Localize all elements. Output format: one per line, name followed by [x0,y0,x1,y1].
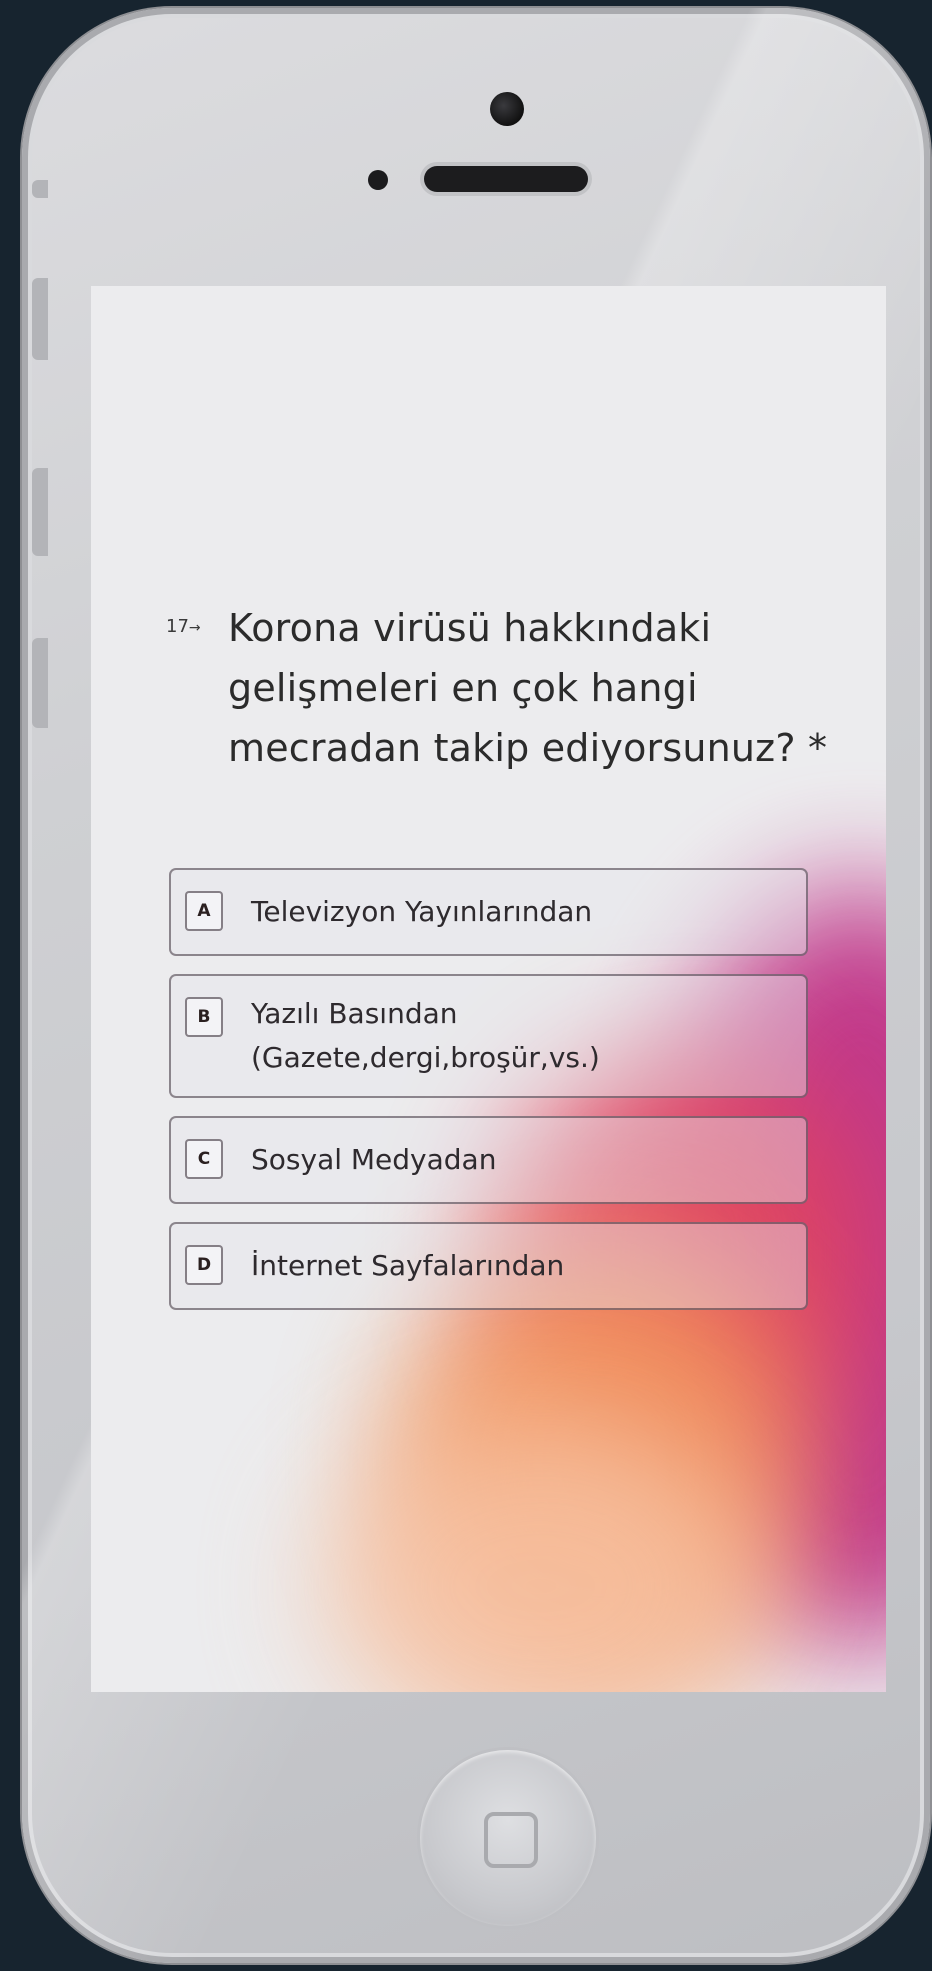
question-number: 17→ [166,616,201,637]
proximity-sensor [368,170,388,190]
options-list: A Televizyon Yayınlarından B Yazılı Bası… [169,868,808,1328]
option-d[interactable]: D İnternet Sayfalarından [169,1222,808,1310]
home-button[interactable] [420,1750,596,1926]
question-text: Korona virüsü hakkındaki gelişmeleri en … [228,606,828,770]
option-key-d: D [185,1245,223,1285]
home-square-icon [484,1812,538,1868]
option-c[interactable]: C Sosyal Medyadan [169,1116,808,1204]
option-label-d: İnternet Sayfalarından [251,1249,565,1282]
mute-switch [32,180,48,198]
earpiece-speaker [424,166,588,192]
phone-screen: 17→ Korona virüsü hakkındaki gelişmeleri… [91,286,886,1692]
option-b[interactable]: B Yazılı Basından (Gazete,dergi,broşür,v… [169,974,808,1098]
option-label-a: Televizyon Yayınlarından [251,895,593,928]
option-label-b-line1: Yazılı Basından [251,997,458,1030]
option-key-c: C [185,1139,223,1179]
side-button [32,638,48,728]
volume-up-button [32,278,48,360]
option-label-b: Yazılı Basından (Gazete,dergi,broşür,vs.… [251,992,600,1080]
option-key-a: A [185,891,223,931]
option-label-b-line2: (Gazete,dergi,broşür,vs.) [251,1041,600,1074]
option-a[interactable]: A Televizyon Yayınlarından [169,868,808,956]
option-key-b: B [185,997,223,1037]
front-camera-icon [490,92,524,126]
arrow-right-icon: → [188,620,201,636]
option-label-c: Sosyal Medyadan [251,1143,497,1176]
question-number-value: 17 [166,616,189,637]
volume-down-button [32,468,48,556]
question-block: 17→ Korona virüsü hakkındaki gelişmeleri… [166,598,846,778]
